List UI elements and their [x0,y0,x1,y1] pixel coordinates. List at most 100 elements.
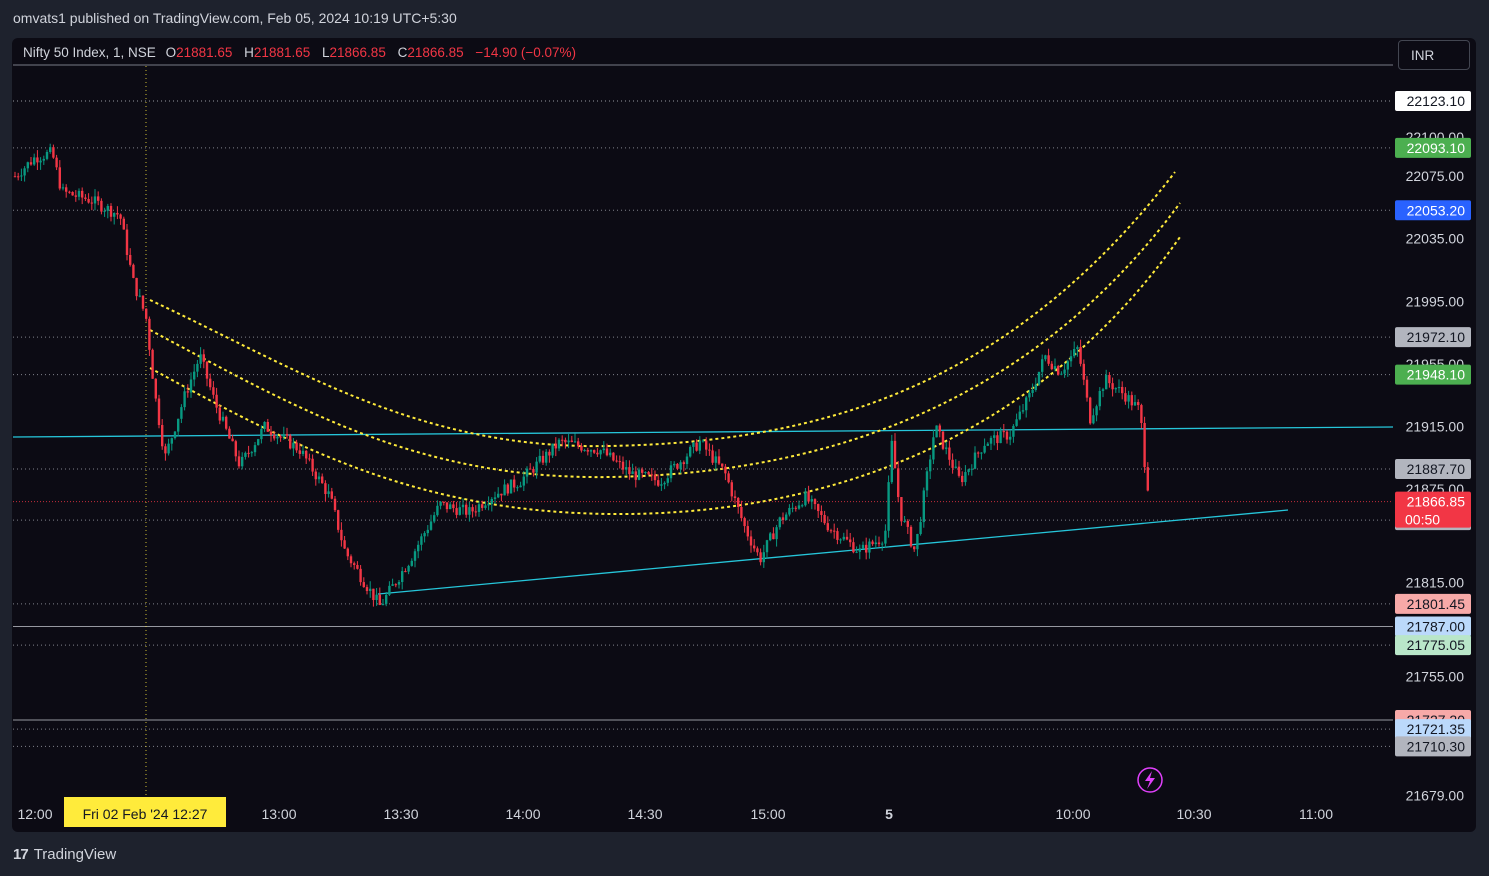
candle-body[interactable] [644,472,647,474]
candle-body[interactable] [177,418,180,432]
candle-body[interactable] [129,254,132,265]
candle-body[interactable] [522,476,525,486]
candle-body[interactable] [935,425,938,438]
candle-body[interactable] [404,571,407,573]
candle-body[interactable] [90,202,93,204]
candle-body[interactable] [1060,373,1063,375]
candle-body[interactable] [276,436,279,439]
candle-body[interactable] [964,472,967,483]
candle-body[interactable] [1079,347,1082,364]
candle-body[interactable] [605,448,609,456]
candle-body[interactable] [877,542,881,545]
candle-body[interactable] [189,379,193,393]
candle-body[interactable] [362,582,365,588]
candle-body[interactable] [986,443,989,446]
candle-body[interactable] [410,560,413,566]
candle-body[interactable] [289,435,292,449]
candle-body[interactable] [340,529,343,541]
candle-body[interactable] [279,436,282,438]
candle-body[interactable] [1105,374,1108,390]
candle-body[interactable] [669,465,673,479]
candle-body[interactable] [71,191,74,196]
candle-body[interactable] [196,363,199,372]
candle-body[interactable] [381,603,385,605]
candle-body[interactable] [225,416,228,429]
candle-body[interactable] [452,504,455,509]
candle-body[interactable] [548,451,551,456]
candle-body[interactable] [826,523,829,531]
candle-body[interactable] [663,482,666,485]
candle-body[interactable] [29,162,33,165]
candle-body[interactable] [660,484,663,486]
candle-body[interactable] [49,147,52,152]
cup-arc-drawing[interactable] [149,171,1176,448]
candle-body[interactable] [26,162,29,169]
candle-body[interactable] [756,548,759,553]
candle-body[interactable] [724,466,727,474]
candle-body[interactable] [765,540,769,553]
candle-body[interactable] [356,564,359,569]
candle-body[interactable] [794,507,797,509]
candle-body[interactable] [1031,389,1034,393]
candle-body[interactable] [1044,355,1047,360]
candle-body[interactable] [513,479,516,488]
candle-body[interactable] [1018,411,1021,420]
candle-body[interactable] [586,450,589,452]
candle-body[interactable] [1101,389,1105,391]
candle-body[interactable] [545,451,548,463]
candle-body[interactable] [151,349,154,379]
candle-body[interactable] [593,450,596,453]
candle-body[interactable] [113,213,116,217]
candle-body[interactable] [346,548,349,557]
candle-body[interactable] [324,483,327,495]
candle-body[interactable] [221,416,225,421]
candle-body[interactable] [1047,355,1050,364]
candle-body[interactable] [1111,383,1114,390]
candle-body[interactable] [260,428,263,440]
candle-body[interactable] [804,491,807,506]
candle-body[interactable] [573,441,577,443]
candle-body[interactable] [993,435,996,438]
candle-body[interactable] [577,441,580,446]
candle-body[interactable] [343,540,346,549]
cup-arc-drawing[interactable] [149,202,1181,479]
currency-button[interactable]: INR [1398,40,1470,70]
candle-body[interactable] [887,482,890,531]
candle-body[interactable] [868,541,871,553]
candle-body[interactable] [1037,371,1041,385]
candle-body[interactable] [954,466,957,468]
candle-body[interactable] [372,588,375,601]
candle-body[interactable] [100,200,103,212]
candle-body[interactable] [1025,397,1028,411]
candle-body[interactable] [1041,359,1044,372]
candle-body[interactable] [81,190,84,198]
candle-body[interactable] [615,460,618,462]
candle-body[interactable] [810,499,813,502]
candle-body[interactable] [557,439,561,449]
candle-body[interactable] [77,190,81,197]
candle-body[interactable] [148,318,151,350]
candle-body[interactable] [359,568,362,583]
candle-body[interactable] [845,536,849,540]
candle-body[interactable] [295,442,298,451]
candle-body[interactable] [673,463,676,466]
candle-body[interactable] [1021,410,1025,412]
candle-body[interactable] [103,210,106,212]
candle-body[interactable] [746,526,749,537]
candle-body[interactable] [858,548,861,552]
candle-body[interactable] [337,510,340,530]
candle-body[interactable] [17,176,20,178]
candle-body[interactable] [231,438,234,442]
candle-body[interactable] [634,471,637,480]
candle-body[interactable] [65,187,68,192]
candle-body[interactable] [439,501,442,506]
candle-body[interactable] [909,526,913,547]
candle-body[interactable] [42,158,45,161]
candle-body[interactable] [461,504,465,508]
candle-body[interactable] [1012,425,1015,437]
candle-body[interactable] [503,484,506,496]
candle-body[interactable] [519,485,522,488]
candle-body[interactable] [890,440,893,483]
candle-body[interactable] [807,491,810,502]
candle-body[interactable] [500,493,503,496]
